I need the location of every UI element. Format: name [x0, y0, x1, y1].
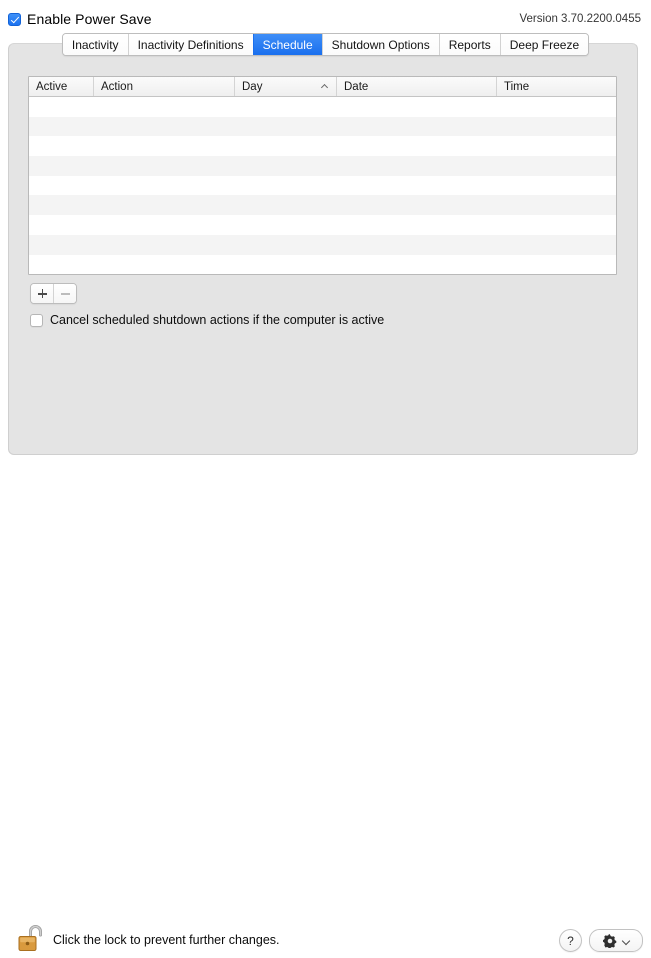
table-row[interactable] [29, 195, 616, 216]
checkbox-indicator-checked [8, 12, 21, 26]
lock-hint-text: Click the lock to prevent further change… [53, 933, 280, 947]
plus-icon [37, 289, 47, 298]
table-row[interactable] [29, 215, 616, 235]
cancel-scheduled-shutdown-checkbox[interactable]: Cancel scheduled shutdown actions if the… [30, 313, 384, 327]
tab-schedule[interactable]: Schedule [252, 34, 322, 55]
enable-power-save-label: Enable Power Save [27, 11, 152, 27]
action-gear-menu-button[interactable] [589, 929, 643, 952]
tab-bar: Inactivity Inactivity Definitions Schedu… [0, 33, 651, 56]
table-header-row: Active Action Day Date Time [29, 77, 616, 97]
checkbox-indicator-unchecked [30, 313, 43, 327]
column-header-time-label: Time [504, 80, 530, 93]
gear-icon [602, 933, 616, 948]
column-header-day[interactable]: Day [235, 77, 337, 96]
schedule-table[interactable]: Active Action Day Date Time [28, 76, 617, 275]
lock-button[interactable] [16, 923, 46, 955]
remove-schedule-button[interactable] [53, 284, 76, 303]
column-header-action[interactable]: Action [94, 77, 235, 96]
column-header-active[interactable]: Active [29, 77, 94, 96]
tab-deep-freeze[interactable]: Deep Freeze [499, 34, 589, 55]
table-row[interactable] [29, 156, 616, 176]
table-row[interactable] [29, 254, 616, 274]
tab-shutdown-options[interactable]: Shutdown Options [321, 34, 439, 55]
top-bar: Enable Power Save Version 3.70.2200.0455 [0, 0, 651, 30]
column-header-day-label: Day [242, 80, 263, 93]
column-header-action-label: Action [101, 80, 133, 93]
tab-inactivity-definitions[interactable]: Inactivity Definitions [127, 34, 253, 55]
bottom-bar: Click the lock to prevent further change… [0, 458, 651, 952]
tab-inactivity[interactable]: Inactivity [62, 34, 128, 55]
column-header-date[interactable]: Date [337, 77, 497, 96]
help-button[interactable]: ? [559, 929, 582, 952]
table-body[interactable] [29, 97, 616, 274]
version-text: Version 3.70.2200.0455 [519, 13, 642, 25]
tab-strip: Inactivity Inactivity Definitions Schedu… [61, 33, 590, 56]
question-mark-icon: ? [567, 933, 574, 948]
table-row[interactable] [29, 136, 616, 157]
cancel-scheduled-shutdown-label: Cancel scheduled shutdown actions if the… [50, 313, 385, 327]
table-row[interactable] [29, 175, 616, 196]
tab-reports[interactable]: Reports [438, 34, 500, 55]
table-row[interactable] [29, 97, 616, 117]
minus-icon [60, 289, 70, 298]
column-header-time[interactable]: Time [497, 77, 616, 96]
unlocked-padlock-icon [18, 925, 42, 951]
table-row[interactable] [29, 116, 616, 137]
column-header-date-label: Date [344, 80, 369, 93]
sort-ascending-icon [322, 85, 329, 89]
enable-power-save-checkbox[interactable]: Enable Power Save [8, 11, 152, 27]
add-schedule-button[interactable] [31, 284, 53, 303]
table-row[interactable] [29, 234, 616, 255]
add-remove-segmented-control [30, 283, 77, 304]
column-header-active-label: Active [36, 80, 68, 93]
chevron-down-icon [622, 938, 630, 943]
